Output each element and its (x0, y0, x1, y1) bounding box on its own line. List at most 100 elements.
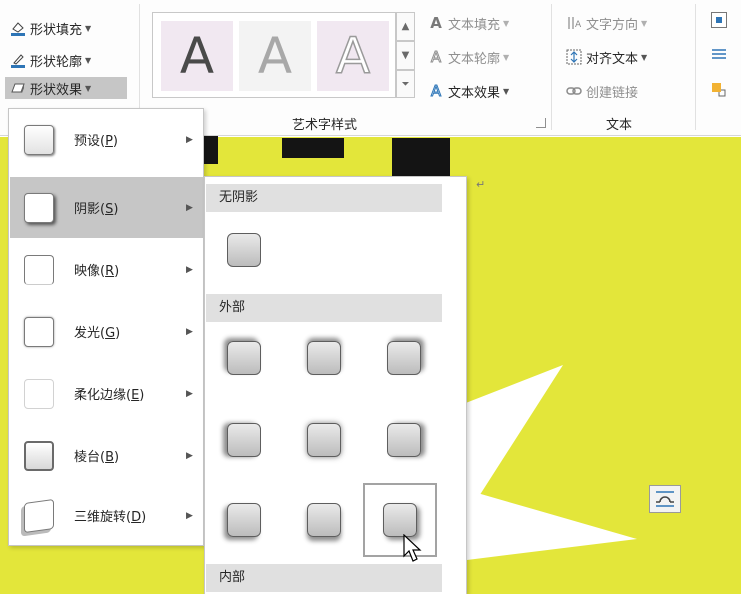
section-header-outer: 外部 (206, 294, 442, 322)
shape-outline-label: 形状轮廓 (30, 54, 83, 70)
shadow-thumb-icon (24, 192, 54, 223)
text-direction-button[interactable]: A 文字方向 ▼ (566, 12, 647, 34)
menu-item-label: 预设(P) (74, 134, 118, 149)
wordart-gallery: A A A (152, 12, 396, 98)
chevron-down-icon: ▼ (503, 18, 510, 28)
text-fill-button[interactable]: A 文本填充 ▼ (428, 12, 509, 34)
menu-item-label: 阴影(S) (74, 202, 119, 217)
menu-item-shadow[interactable]: 阴影(S) ▶ (10, 177, 203, 238)
submenu-arrow-icon: ▶ (186, 264, 193, 275)
shadow-option-outer-5[interactable] (301, 417, 347, 463)
align-text-label: 对齐文本 (586, 51, 639, 67)
wordart-group-label: 艺术字样式 (292, 118, 358, 133)
text-outline-icon: A (430, 48, 442, 66)
shape-effects-menu: 预设(P) ▶ 阴影(S) ▶ 映像(R) ▶ 发光(G) ▶ 柔化边缘(E) … (8, 108, 204, 546)
separator (695, 4, 696, 130)
section-header-no-shadow: 无阴影 (206, 184, 442, 212)
bring-forward-icon[interactable] (711, 82, 727, 98)
shape-effects-label: 形状效果 (30, 82, 83, 98)
shape-effects-button[interactable]: 形状效果 ▼ (5, 77, 127, 99)
gallery-more-button[interactable]: ⏷ (396, 70, 415, 98)
gallery-expand-icon: ⏷ (401, 78, 410, 90)
wordart-style-3[interactable]: A (317, 21, 389, 91)
menu-item-label: 发光(G) (74, 326, 121, 341)
shadow-option-none[interactable] (221, 227, 267, 273)
shape-fill-icon (10, 20, 26, 36)
wordart-glyph-part (282, 138, 344, 158)
wordart-glyph-part (392, 138, 450, 176)
chevron-up-icon: ▲ (401, 21, 410, 32)
menu-item-reflection[interactable]: 映像(R) ▶ (10, 239, 203, 300)
text-group-label: 文本 (606, 118, 633, 133)
gallery-scroll-down-button[interactable]: ▼ (396, 41, 415, 70)
shape-effects-icon (10, 80, 26, 96)
mouse-cursor-icon (403, 534, 422, 562)
chevron-down-icon: ▼ (85, 83, 92, 93)
soft-edges-thumb-icon (24, 378, 54, 409)
chevron-down-icon: ▼ (503, 86, 510, 96)
layout-options-icon[interactable] (649, 485, 681, 513)
submenu-arrow-icon: ▶ (186, 326, 193, 337)
text-effects-icon: A (430, 82, 442, 100)
shape-fill-button[interactable]: 形状填充 ▼ (10, 17, 91, 39)
submenu-arrow-icon: ▶ (186, 510, 193, 521)
menu-item-3d-rotation[interactable]: 三维旋转(D) ▶ (10, 485, 203, 546)
shadow-submenu: 无阴影 外部 内部 (204, 176, 467, 594)
text-direction-label: 文字方向 (586, 17, 639, 33)
submenu-arrow-icon: ▶ (186, 450, 193, 461)
wordart-dialog-launcher-icon[interactable] (536, 118, 546, 128)
submenu-arrow-icon: ▶ (186, 134, 193, 145)
wordart-style-1[interactable]: A (161, 21, 233, 91)
shape-outline-icon (10, 52, 26, 68)
glow-thumb-icon (24, 316, 54, 347)
position-icon[interactable] (711, 12, 727, 28)
chevron-down-icon: ▼ (85, 23, 92, 33)
shape-outline-button[interactable]: 形状轮廓 ▼ (10, 49, 91, 71)
text-outline-button[interactable]: A 文本轮廓 ▼ (428, 46, 509, 68)
text-fill-label: 文本填充 (448, 17, 501, 33)
menu-item-label: 棱台(B) (74, 450, 120, 465)
wordart-style-2[interactable]: A (239, 21, 311, 91)
align-text-button[interactable]: 对齐文本 ▼ (566, 46, 647, 68)
menu-item-preset[interactable]: 预设(P) ▶ (10, 109, 203, 170)
shape-fill-label: 形状填充 (30, 22, 83, 38)
chevron-down-icon: ▼ (401, 50, 410, 61)
shadow-option-outer-8[interactable] (301, 497, 347, 543)
create-link-button[interactable]: 创建链接 (566, 80, 638, 102)
wrap-text-icon[interactable] (711, 48, 727, 62)
menu-item-label: 三维旋转(D) (74, 510, 147, 525)
text-direction-icon: A (566, 15, 582, 31)
chevron-down-icon: ▼ (503, 52, 510, 62)
text-effects-label: 文本效果 (448, 85, 501, 101)
paragraph-mark-icon: ↵ (476, 178, 486, 191)
separator (551, 4, 552, 130)
menu-item-soft-edges[interactable]: 柔化边缘(E) ▶ (10, 363, 203, 424)
shadow-option-outer-4[interactable] (221, 417, 267, 463)
menu-item-label: 映像(R) (74, 264, 120, 279)
menu-item-label: 柔化边缘(E) (74, 388, 145, 403)
chevron-down-icon: ▼ (641, 52, 648, 62)
create-link-icon (566, 83, 582, 99)
menu-item-bevel[interactable]: 棱台(B) ▶ (10, 425, 203, 486)
shadow-option-outer-6[interactable] (381, 417, 427, 463)
shadow-option-outer-3[interactable] (381, 335, 427, 381)
align-text-icon (566, 49, 582, 65)
text-effects-button[interactable]: A 文本效果 ▼ (428, 80, 509, 102)
text-outline-label: 文本轮廓 (448, 51, 501, 67)
shadow-option-outer-1[interactable] (221, 335, 267, 381)
submenu-arrow-icon: ▶ (186, 202, 193, 213)
chevron-down-icon: ▼ (85, 55, 92, 65)
chevron-down-icon: ▼ (641, 18, 648, 28)
shadow-option-outer-9[interactable] (363, 483, 437, 557)
reflection-thumb-icon (24, 254, 54, 285)
text-fill-icon: A (430, 14, 442, 32)
3d-rotation-thumb-icon (24, 498, 54, 533)
menu-item-glow[interactable]: 发光(G) ▶ (10, 301, 203, 362)
shadow-option-outer-7[interactable] (221, 497, 267, 543)
section-header-inner: 内部 (206, 564, 442, 592)
bevel-thumb-icon (24, 440, 54, 471)
create-link-label: 创建链接 (586, 85, 639, 101)
submenu-arrow-icon: ▶ (186, 388, 193, 399)
gallery-scroll-up-button[interactable]: ▲ (396, 12, 415, 41)
shadow-option-outer-2[interactable] (301, 335, 347, 381)
